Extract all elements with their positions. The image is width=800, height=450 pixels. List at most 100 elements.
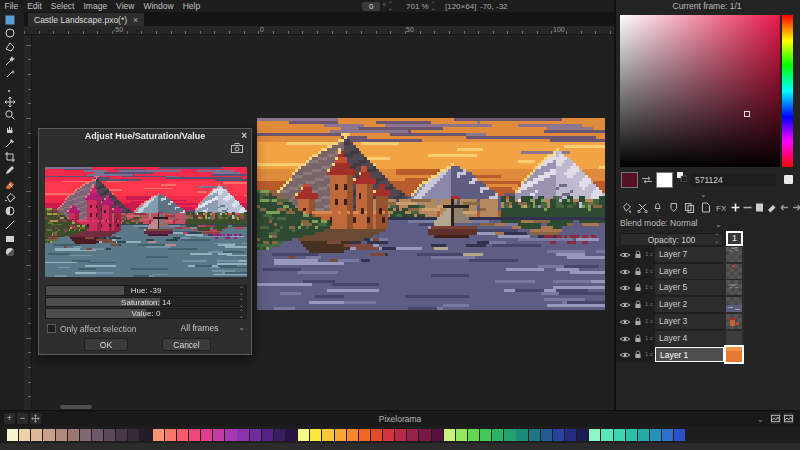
tool-crop[interactable]: [3, 150, 17, 163]
frame-header[interactable]: 1: [726, 231, 743, 246]
layer-name-button[interactable]: Layer 4: [655, 331, 724, 346]
layer-row[interactable]: 1 cLayer 6: [616, 264, 800, 279]
button-move-layer-right[interactable]: [791, 201, 800, 214]
button-cel-bell[interactable]: [650, 201, 665, 214]
layer-lock-icon[interactable]: [634, 300, 642, 309]
palette-swatch[interactable]: [650, 429, 661, 441]
button-add-layer[interactable]: [729, 201, 741, 214]
palette-swatch[interactable]: [201, 429, 212, 441]
tool-lasso[interactable]: [3, 82, 17, 95]
palette-swatch[interactable]: [153, 429, 164, 441]
palette-swatch[interactable]: [7, 429, 18, 441]
blend-mode-dropdown[interactable]: Blend mode: Normal⌄: [620, 218, 792, 231]
expand-picker-button[interactable]: [784, 175, 793, 184]
palette-swatch[interactable]: [383, 429, 394, 441]
button-move-layer-left[interactable]: [778, 201, 790, 214]
palette-swatch[interactable]: [213, 429, 224, 441]
button-clone-layer[interactable]: [754, 201, 766, 214]
layer-thumbnail[interactable]: [726, 314, 742, 329]
palette-swatch[interactable]: [371, 429, 382, 441]
picker-collapse-chevron-icon[interactable]: ⌄: [700, 191, 707, 199]
button-remove-layer[interactable]: [741, 201, 753, 214]
layer-thumbnail[interactable]: [726, 347, 742, 362]
slider-spinner-icon[interactable]: ⌃⌄: [239, 287, 244, 295]
layer-thumbnail[interactable]: [726, 264, 742, 279]
tab-close-icon[interactable]: ×: [133, 15, 138, 25]
hue-slider[interactable]: [782, 15, 793, 167]
palette-swatch[interactable]: [80, 429, 91, 441]
layer-lock-icon[interactable]: [634, 283, 642, 292]
tool-pencil[interactable]: [3, 164, 17, 177]
zoom-control[interactable]: 701 % ⌃⌄: [406, 0, 436, 12]
sv-picker[interactable]: [620, 15, 780, 167]
tool-eraser[interactable]: [3, 177, 17, 190]
button-cel-fx[interactable]: FX: [713, 201, 728, 214]
palette-swatch[interactable]: [601, 429, 612, 441]
palette-chevron-icon[interactable]: ⌄: [757, 415, 764, 424]
tool-color-select[interactable]: [3, 54, 17, 67]
palette-swatch[interactable]: [298, 429, 309, 441]
palette-swatch[interactable]: [19, 429, 30, 441]
palette-swatch[interactable]: [492, 429, 503, 441]
palette-swatch[interactable]: [68, 429, 79, 441]
tool-rectangle-select[interactable]: [3, 13, 17, 26]
palette-swatch[interactable]: [407, 429, 418, 441]
menu-item-view[interactable]: View: [112, 0, 139, 12]
palette-swatch[interactable]: [43, 429, 54, 441]
button-cel-bucket[interactable]: [619, 201, 634, 214]
default-colors-icon[interactable]: [677, 172, 687, 182]
tool-line[interactable]: [3, 219, 17, 232]
button-cel-tag[interactable]: [666, 201, 681, 214]
opacity-spinner-icon[interactable]: ⌃⌄: [714, 234, 719, 244]
tool-ellipse-select[interactable]: [3, 27, 17, 40]
palette-swatch[interactable]: [419, 429, 430, 441]
palette-swatch[interactable]: [56, 429, 67, 441]
menu-item-help[interactable]: Help: [178, 0, 204, 12]
menu-item-file[interactable]: File: [0, 0, 23, 12]
rotation-value[interactable]: 0: [362, 2, 380, 11]
palette-swatch[interactable]: [104, 429, 115, 441]
layer-row[interactable]: 1 cLayer 5: [616, 280, 800, 295]
palette-swatch[interactable]: [577, 429, 588, 441]
layer-lock-icon[interactable]: [634, 267, 642, 276]
palette-swatch[interactable]: [529, 429, 540, 441]
palette-swatch[interactable]: [516, 429, 527, 441]
ok-button[interactable]: OK: [84, 338, 128, 351]
tool-ellipse[interactable]: [3, 246, 17, 259]
palette-swatch[interactable]: [310, 429, 321, 441]
dialog-close-button[interactable]: ×: [241, 130, 247, 141]
layer-lock-icon[interactable]: [634, 317, 642, 326]
secondary-color-swatch[interactable]: [656, 172, 673, 188]
button-cel-copy[interactable]: [682, 201, 697, 214]
play-animation-icon[interactable]: [783, 413, 794, 424]
palette-swatch[interactable]: [553, 429, 564, 441]
primary-color-swatch[interactable]: [621, 172, 638, 188]
tool-shading[interactable]: [3, 205, 17, 218]
button-cel-page[interactable]: [698, 201, 713, 214]
cancel-button[interactable]: Cancel: [162, 338, 211, 351]
copy-from-canvas-icon[interactable]: [231, 143, 243, 153]
menu-item-window[interactable]: Window: [139, 0, 178, 12]
layer-thumbnail[interactable]: [726, 280, 742, 295]
layer-thumbnail[interactable]: [726, 331, 742, 346]
palette-swatch[interactable]: [444, 429, 455, 441]
palette-swatch[interactable]: [116, 429, 127, 441]
layer-row[interactable]: 1 cLayer 2: [616, 297, 800, 312]
tool-move[interactable]: [3, 95, 17, 108]
palette-swatch[interactable]: [177, 429, 188, 441]
button-cel-scissors[interactable]: [635, 201, 650, 214]
palette-swatch[interactable]: [165, 429, 176, 441]
layer-visibility-icon[interactable]: [619, 351, 631, 359]
palette-swatch[interactable]: [189, 429, 200, 441]
layer-name-button[interactable]: Layer 7: [655, 247, 724, 262]
palette-swatch[interactable]: [638, 429, 649, 441]
layer-row[interactable]: 1 cLayer 7: [616, 247, 800, 262]
rotation-spinner[interactable]: ⌃⌄: [388, 2, 393, 10]
layer-lock-icon[interactable]: [634, 350, 642, 359]
vertical-ruler[interactable]: [24, 35, 32, 410]
palette-swatch[interactable]: [31, 429, 42, 441]
layer-visibility-icon[interactable]: [619, 318, 631, 326]
rotation-control[interactable]: 0 ° ⌃⌄: [362, 0, 393, 12]
palette-swatch[interactable]: [274, 429, 285, 441]
palette-swatch[interactable]: [565, 429, 576, 441]
